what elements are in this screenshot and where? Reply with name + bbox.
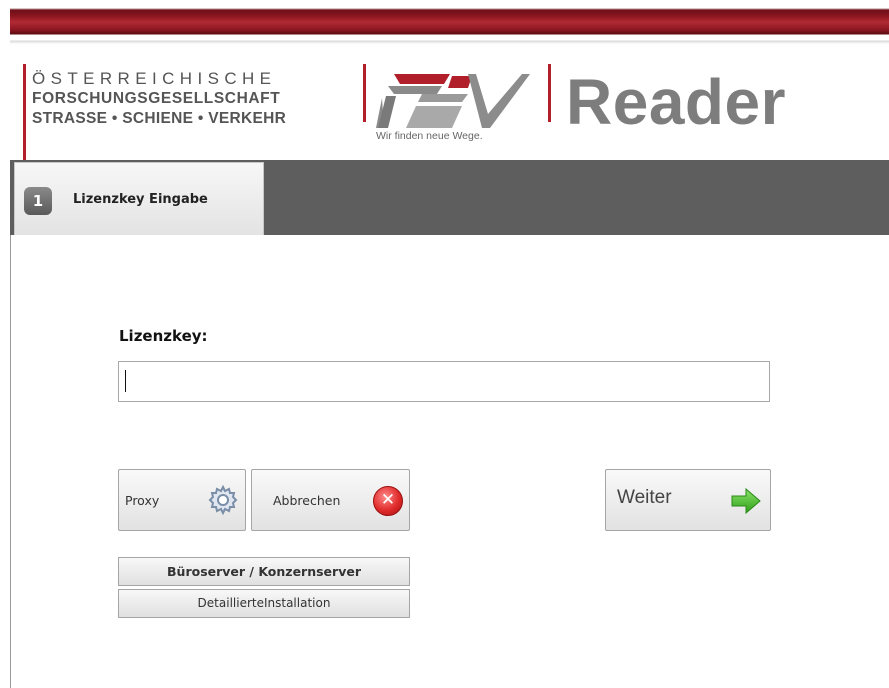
logo-divider: [363, 64, 366, 122]
product-title: Reader: [566, 66, 786, 138]
next-button-label: Weiter: [617, 487, 672, 508]
step-number-badge: 1: [24, 187, 52, 215]
logo-line-1: ÖSTERREICHISCHE: [32, 69, 277, 88]
office-server-button[interactable]: Büroserver / Konzernserver: [118, 557, 410, 586]
header-banner: [10, 0, 889, 44]
tab-lizenzkey-eingabe[interactable]: 1 Lizenzkey Eingabe: [14, 162, 264, 235]
logo-line-2: FORSCHUNGSGESELLSCHAFT: [32, 90, 281, 107]
cancel-button[interactable]: Abbrechen ✕: [251, 469, 410, 531]
text-cursor: [125, 370, 126, 392]
logo-divider-2: [548, 64, 551, 122]
next-button[interactable]: Weiter: [605, 469, 771, 531]
close-circle-icon: ✕: [373, 486, 403, 516]
license-key-label: Lizenzkey:: [119, 327, 208, 345]
proxy-button-label: Proxy: [125, 493, 160, 508]
license-key-input[interactable]: [118, 361, 770, 402]
tab-label: Lizenzkey Eingabe: [73, 192, 208, 207]
gear-icon: [208, 484, 238, 516]
fsv-wordmark: ÖSTERREICHISCHE FORSCHUNGSGESELLSCHAFT S…: [23, 64, 286, 162]
proxy-button[interactable]: Proxy: [118, 469, 246, 531]
cancel-button-label: Abbrechen: [273, 493, 341, 508]
detailed-installation-button[interactable]: DetaillierteInstallation: [118, 589, 410, 618]
arrow-right-icon: [731, 487, 761, 515]
logo-tagline: Wir finden neue Wege.: [376, 130, 483, 142]
logo-line-3: STRASSE • SCHIENE • VERKEHR: [32, 110, 287, 127]
